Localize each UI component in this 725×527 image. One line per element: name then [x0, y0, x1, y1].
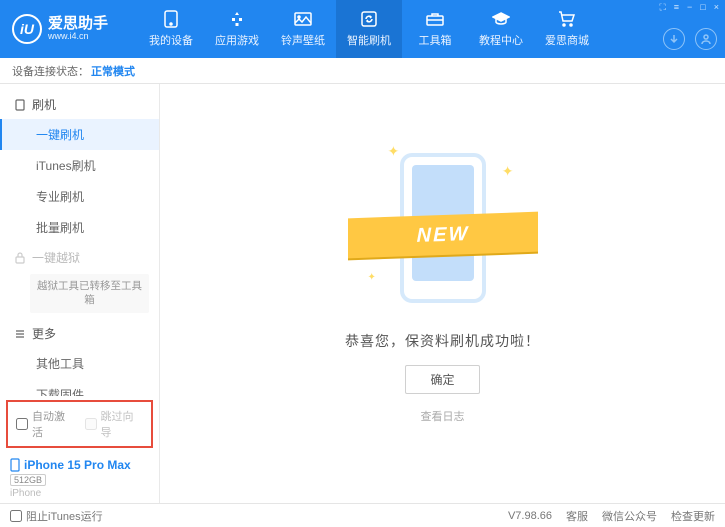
- sidebar: 刷机 一键刷机 iTunes刷机 专业刷机 批量刷机 一键越狱 越狱工具已转移至…: [0, 84, 160, 503]
- checkbox-label: 自动激活: [32, 408, 75, 440]
- nav-my-device[interactable]: 我的设备: [138, 0, 204, 58]
- nav-label: 铃声壁纸: [281, 32, 325, 48]
- cart-icon: [558, 10, 576, 28]
- nav-label: 智能刷机: [347, 32, 391, 48]
- sidebar-item-pro-flash[interactable]: 专业刷机: [0, 181, 159, 212]
- sidebar-item-oneclick-flash[interactable]: 一键刷机: [0, 119, 159, 150]
- window-controls: ⛶ ≡ − □ ×: [659, 2, 719, 13]
- sidebar-group-flash[interactable]: 刷机: [0, 90, 159, 119]
- device-info: iPhone 15 Pro Max 512GB iPhone: [0, 452, 159, 503]
- sidebar-item-other-tools[interactable]: 其他工具: [0, 348, 159, 379]
- phone-small-icon: [14, 99, 26, 111]
- nav-tutorials[interactable]: 教程中心: [468, 0, 534, 58]
- app-title: 爱思助手: [48, 16, 108, 33]
- nav-label: 我的设备: [149, 32, 193, 48]
- status-bar: 设备连接状态： 正常模式: [0, 58, 725, 84]
- new-ribbon: NEW: [348, 212, 538, 259]
- nav-label: 教程中心: [479, 32, 523, 48]
- auto-activate-checkbox[interactable]: 自动激活: [16, 408, 75, 440]
- nav-store[interactable]: 爱思商城: [534, 0, 600, 58]
- sidebar-jailbreak-note: 越狱工具已转移至工具箱: [30, 274, 149, 313]
- menu-icon[interactable]: ≡: [674, 2, 679, 13]
- ok-button[interactable]: 确定: [405, 365, 479, 394]
- footer-update-link[interactable]: 检查更新: [671, 508, 715, 524]
- group-label: 刷机: [32, 96, 56, 113]
- feedback-icon[interactable]: ⛶: [659, 2, 665, 13]
- minimize-icon[interactable]: −: [687, 2, 692, 13]
- footer-wechat-link[interactable]: 微信公众号: [602, 508, 657, 524]
- lock-icon: [14, 252, 26, 264]
- footer-support-link[interactable]: 客服: [566, 508, 588, 524]
- image-icon: [294, 10, 312, 28]
- title-bar: iU 爱思助手 www.i4.cn 我的设备 应用游戏 铃声壁纸 智能刷机 工具…: [0, 0, 725, 58]
- device-type: iPhone: [10, 488, 149, 499]
- nav-label: 爱思商城: [545, 32, 589, 48]
- skip-guide-checkbox[interactable]: 跳过向导: [85, 408, 144, 440]
- status-label: 设备连接状态：: [12, 63, 89, 79]
- user-button[interactable]: [695, 28, 717, 50]
- group-label: 一键越狱: [32, 249, 80, 266]
- block-itunes-checkbox[interactable]: 阻止iTunes运行: [10, 508, 103, 524]
- sidebar-item-itunes-flash[interactable]: iTunes刷机: [0, 150, 159, 181]
- nav-label: 应用游戏: [215, 32, 259, 48]
- highlight-box: 自动激活 跳过向导: [6, 400, 153, 448]
- footer: 阻止iTunes运行 V7.98.66 客服 微信公众号 检查更新: [0, 503, 725, 527]
- sidebar-group-more[interactable]: 更多: [0, 319, 159, 348]
- device-storage: 512GB: [10, 474, 46, 486]
- sidebar-item-batch-flash[interactable]: 批量刷机: [0, 212, 159, 243]
- list-icon: [14, 328, 26, 340]
- success-illustration: ✦ ✦ ✦ NEW: [378, 143, 508, 313]
- device-icon: [10, 458, 20, 472]
- checkbox-label: 阻止iTunes运行: [26, 508, 103, 524]
- app-logo-icon: iU: [12, 14, 42, 44]
- graduation-icon: [492, 10, 510, 28]
- apps-icon: [229, 10, 245, 28]
- maximize-icon[interactable]: □: [700, 2, 705, 13]
- status-value: 正常模式: [91, 63, 135, 79]
- top-nav: 我的设备 应用游戏 铃声壁纸 智能刷机 工具箱 教程中心 爱思商城: [138, 0, 600, 58]
- app-url: www.i4.cn: [48, 32, 108, 42]
- nav-ringtones[interactable]: 铃声壁纸: [270, 0, 336, 58]
- nav-label: 工具箱: [419, 32, 452, 48]
- download-button[interactable]: [663, 28, 685, 50]
- group-label: 更多: [32, 325, 56, 342]
- toolbox-icon: [426, 10, 444, 28]
- nav-toolbox[interactable]: 工具箱: [402, 0, 468, 58]
- logo-area: iU 爱思助手 www.i4.cn: [0, 14, 120, 44]
- sidebar-group-jailbreak: 一键越狱: [0, 243, 159, 272]
- version-label: V7.98.66: [508, 510, 552, 522]
- nav-apps-games[interactable]: 应用游戏: [204, 0, 270, 58]
- success-message: 恭喜您，保资料刷机成功啦！: [345, 331, 540, 351]
- close-icon[interactable]: ×: [714, 2, 719, 13]
- refresh-icon: [361, 10, 377, 28]
- device-name[interactable]: iPhone 15 Pro Max: [10, 458, 149, 472]
- main-content: ✦ ✦ ✦ NEW 恭喜您，保资料刷机成功啦！ 确定 查看日志: [160, 84, 725, 503]
- view-log-link[interactable]: 查看日志: [421, 408, 465, 424]
- nav-smart-flash[interactable]: 智能刷机: [336, 0, 402, 58]
- phone-icon: [164, 10, 178, 28]
- sidebar-item-download-firmware[interactable]: 下载固件: [0, 379, 159, 396]
- checkbox-label: 跳过向导: [101, 408, 144, 440]
